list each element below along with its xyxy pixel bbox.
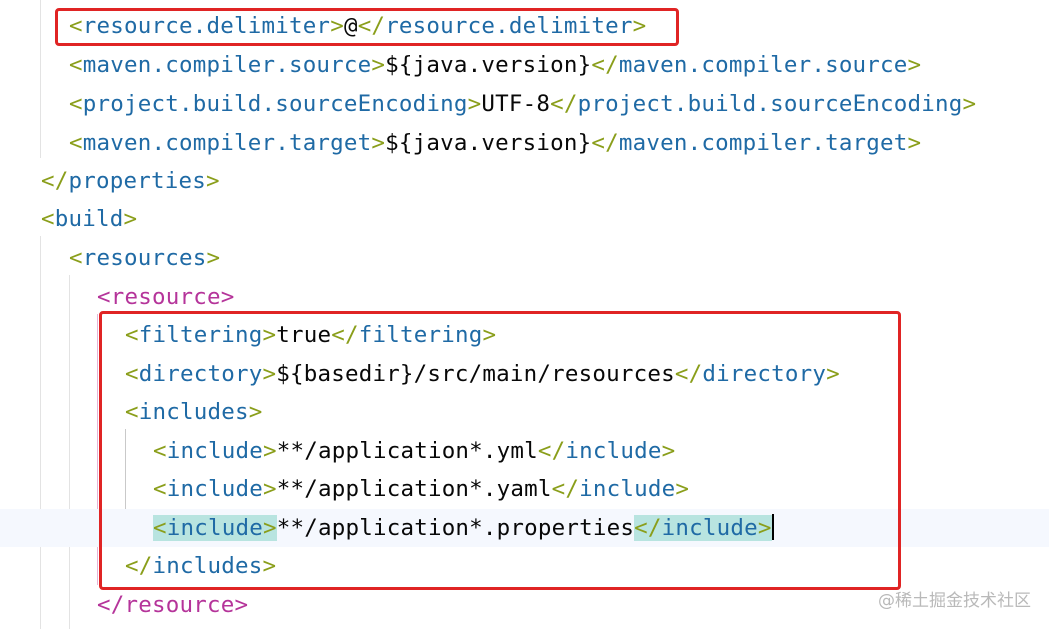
xml-tag-name: resource bbox=[124, 592, 235, 618]
xml-tag-name: project.build.sourceEncoding bbox=[82, 91, 468, 117]
xml-tag-name: resource bbox=[110, 284, 221, 310]
xml-tag-name: resources bbox=[82, 245, 207, 271]
xml-tag-name: maven.compiler.source bbox=[618, 52, 908, 78]
code-line[interactable]: <build> bbox=[0, 200, 137, 238]
watermark: @稀土掘金技术社区 bbox=[878, 591, 1031, 611]
xml-text-value: UTF-8 bbox=[481, 91, 551, 117]
xml-text-value: ${java.version} bbox=[385, 52, 592, 78]
xml-tag-name: maven.compiler.target bbox=[82, 130, 372, 156]
code-line[interactable]: <project.build.sourceEncoding>UTF-8</pro… bbox=[0, 85, 976, 123]
code-editor[interactable]: <resource.delimiter>@</resource.delimite… bbox=[0, 0, 1049, 629]
xml-text-value: ${java.version} bbox=[385, 130, 592, 156]
xml-tag-name: build bbox=[54, 206, 124, 232]
code-line[interactable]: </properties> bbox=[0, 162, 220, 200]
annotation-box-delimiter bbox=[55, 8, 679, 46]
code-line[interactable]: <maven.compiler.source>${java.version}</… bbox=[0, 46, 921, 84]
code-line[interactable]: <maven.compiler.target>${java.version}</… bbox=[0, 124, 921, 162]
xml-tag-name: project.build.sourceEncoding bbox=[577, 91, 963, 117]
xml-tag-name: properties bbox=[68, 168, 206, 194]
code-line[interactable]: <resources> bbox=[0, 239, 220, 277]
annotation-box-resource-filtering bbox=[99, 311, 901, 590]
code-line[interactable]: </resource> bbox=[0, 586, 248, 624]
xml-tag-name: maven.compiler.target bbox=[618, 130, 908, 156]
xml-tag-name: maven.compiler.source bbox=[82, 52, 372, 78]
